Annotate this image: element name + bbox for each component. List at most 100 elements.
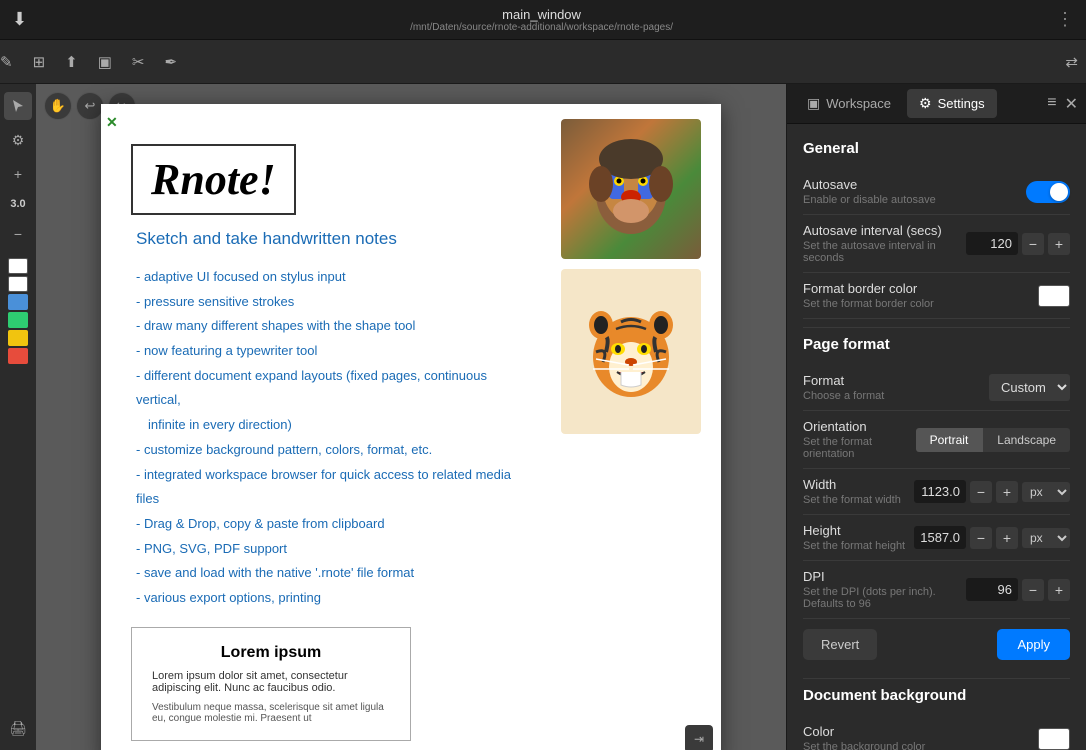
apply-button[interactable]: Apply xyxy=(997,629,1070,660)
panel-menu-icon[interactable]: ≡ xyxy=(1047,94,1056,114)
format-title: Format xyxy=(803,373,989,388)
menu-dots-icon[interactable]: ⋮ xyxy=(1056,9,1074,30)
height-unit[interactable]: pxmmcm xyxy=(1022,528,1070,548)
hand-tool-btn[interactable]: ✋ xyxy=(44,92,72,120)
height-decrement[interactable]: − xyxy=(970,527,992,549)
bg-color-title: Color xyxy=(803,724,1038,739)
orientation-title: Orientation xyxy=(803,419,916,434)
panel-toggle-icon[interactable]: ⇄ xyxy=(1065,53,1078,71)
tab-workspace[interactable]: ▣ Workspace xyxy=(795,89,903,118)
format-border-color-control xyxy=(1038,285,1070,307)
cross-marker: ✕ xyxy=(106,114,118,131)
autosave-interval-increment[interactable]: + xyxy=(1048,233,1070,255)
orientation-label: Orientation Set the format orientation xyxy=(803,419,916,460)
format-row: Format Choose a format Custom A4 A3 Lett… xyxy=(803,365,1070,411)
right-panel: ▣ Workspace ⚙ Settings ≡ ✕ General Autos… xyxy=(786,84,1086,750)
main-layout: ⚙ + 3.0 − 🖨 ✋ ↩ ↪ xyxy=(0,84,1086,750)
rnote-title-box: Rnote! xyxy=(131,144,296,215)
settings-tab-label: Settings xyxy=(938,96,985,111)
canvas-region: ⚙ + 3.0 − 🖨 ✋ ↩ ↪ xyxy=(0,84,786,750)
autosave-title: Autosave xyxy=(803,177,1026,192)
dpi-decrement[interactable]: − xyxy=(1022,579,1044,601)
bg-color-label: Color Set the background color xyxy=(803,724,1038,750)
feature-3: - draw many different shapes with the sh… xyxy=(136,314,531,339)
color-white2[interactable] xyxy=(8,276,28,292)
width-unit[interactable]: pxmmcm xyxy=(1022,482,1070,502)
doc-bg-section-title: Document background xyxy=(803,687,1070,704)
autosave-desc: Enable or disable autosave xyxy=(803,194,1026,206)
window-title: main_window xyxy=(502,7,581,22)
dpi-title: DPI xyxy=(803,569,966,584)
width-input[interactable] xyxy=(914,480,966,503)
height-label: Height Set the format height xyxy=(803,523,914,552)
canvas-page[interactable]: ✋ ↩ ↪ ✕ xyxy=(36,84,786,750)
dpi-increment[interactable]: + xyxy=(1048,579,1070,601)
format-select[interactable]: Custom A4 A3 Letter xyxy=(989,374,1070,401)
height-desc: Set the format height xyxy=(803,540,914,552)
dpi-row: DPI Set the DPI (dots per inch). Default… xyxy=(803,561,1070,619)
bg-color-picker[interactable] xyxy=(1038,728,1070,750)
color-white[interactable] xyxy=(8,258,28,274)
height-title: Height xyxy=(803,523,914,538)
autosave-toggle[interactable] xyxy=(1026,181,1070,203)
tool-upload-icon[interactable]: ⬆ xyxy=(65,53,78,71)
height-control: − + pxmmcm xyxy=(914,526,1070,549)
add-icon[interactable]: + xyxy=(4,160,32,188)
format-control: Custom A4 A3 Letter xyxy=(989,374,1070,401)
dpi-label: DPI Set the DPI (dots per inch). Default… xyxy=(803,569,966,610)
dpi-input[interactable] xyxy=(966,578,1018,601)
width-increment[interactable]: + xyxy=(996,481,1018,503)
tab-settings[interactable]: ⚙ Settings xyxy=(907,89,997,118)
width-desc: Set the format width xyxy=(803,494,914,506)
autosave-interval-input[interactable] xyxy=(966,232,1018,255)
feature-5b: infinite in every direction) xyxy=(136,413,531,438)
landscape-btn[interactable]: Landscape xyxy=(983,428,1070,452)
titlebar-right: ⋮ xyxy=(1056,9,1074,30)
portrait-btn[interactable]: Portrait xyxy=(916,428,984,452)
height-input[interactable] xyxy=(914,526,966,549)
format-desc: Choose a format xyxy=(803,390,989,402)
tool-image-icon[interactable]: ▣ xyxy=(98,53,112,71)
feature-11: - various export options, printing xyxy=(136,586,531,611)
feature-9: - PNG, SVG, PDF support xyxy=(136,537,531,562)
divider-1 xyxy=(803,327,1070,328)
zoom-minus-icon[interactable]: − xyxy=(4,220,32,248)
autosave-interval-decrement[interactable]: − xyxy=(1022,233,1044,255)
height-increment[interactable]: + xyxy=(996,527,1018,549)
undo-btn[interactable]: ↩ xyxy=(76,92,104,120)
titlebar: ⬇ main_window /mnt/Daten/source/rnote-ad… xyxy=(0,0,1086,40)
feature-2: - pressure sensitive strokes xyxy=(136,290,531,315)
color-red[interactable] xyxy=(8,348,28,364)
titlebar-left: ⬇ xyxy=(12,9,27,30)
tool-pen-icon[interactable]: ✎ xyxy=(0,53,13,71)
format-border-color-title: Format border color xyxy=(803,281,1038,296)
workspace-tab-label: Workspace xyxy=(826,96,891,111)
collapse-panel-btn[interactable]: ⇥ xyxy=(685,725,713,750)
panel-close-icon[interactable]: ✕ xyxy=(1065,94,1078,114)
feature-7: - integrated workspace browser for quick… xyxy=(136,463,531,512)
color-yellow[interactable] xyxy=(8,330,28,346)
tool-scissors-icon[interactable]: ✂ xyxy=(132,53,145,71)
format-border-color-picker[interactable] xyxy=(1038,285,1070,307)
window-path: /mnt/Daten/source/rnote-additional/works… xyxy=(410,22,673,33)
titlebar-center: main_window /mnt/Daten/source/rnote-addi… xyxy=(410,7,673,33)
cursor-tool-icon[interactable] xyxy=(4,92,32,120)
revert-button[interactable]: Revert xyxy=(803,629,877,660)
toggle-thumb xyxy=(1050,183,1068,201)
tool-shapes-icon[interactable]: ⊞ xyxy=(33,53,46,71)
download-icon[interactable]: ⬇ xyxy=(12,9,27,30)
color-blue[interactable] xyxy=(8,294,28,310)
main-toolbar: ✎ ⊞ ⬆ ▣ ✂ ✒ ⇄ xyxy=(0,40,1086,84)
lorem-box: Lorem ipsum Lorem ipsum dolor sit amet, … xyxy=(131,627,411,741)
settings-content: General Autosave Enable or disable autos… xyxy=(787,124,1086,750)
color-green[interactable] xyxy=(8,312,28,328)
rnote-title: Rnote! xyxy=(151,155,276,204)
autosave-row: Autosave Enable or disable autosave xyxy=(803,169,1070,215)
width-decrement[interactable]: − xyxy=(970,481,992,503)
tiger-image xyxy=(561,269,701,434)
zoom-level: 3.0 xyxy=(10,198,25,210)
tool-extra-icon[interactable]: ✒ xyxy=(165,53,178,71)
autosave-interval-control: − + xyxy=(966,232,1070,255)
print-icon[interactable]: 🖨 xyxy=(4,714,32,742)
settings-side-icon[interactable]: ⚙ xyxy=(4,126,32,154)
